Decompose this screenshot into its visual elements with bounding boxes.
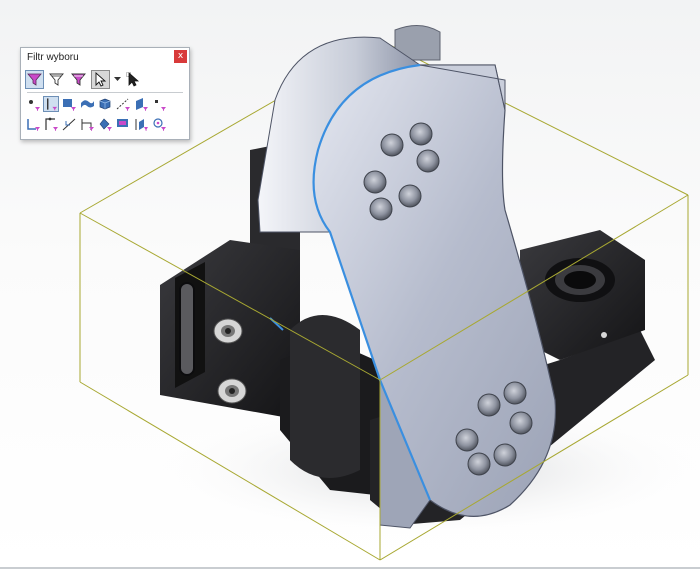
filter-datum-targets-icon[interactable] (151, 116, 167, 132)
filter-faces-icon[interactable] (61, 96, 77, 112)
filter-dimensions-icon[interactable] (79, 116, 95, 132)
filter-sketch-segments-icon[interactable] (25, 116, 41, 132)
toolbar-separator (27, 92, 183, 93)
bolt-lower[interactable] (217, 378, 247, 404)
dropdown-arrow-icon[interactable] (113, 72, 121, 88)
filter-planes-icon[interactable] (133, 96, 149, 112)
select-all-filters-icon[interactable] (69, 70, 88, 89)
filter-axes-icon[interactable] (115, 96, 131, 112)
filter-annotations-icon[interactable] (115, 116, 131, 132)
bolt-upper[interactable] (213, 318, 243, 344)
filter-edges-icon[interactable] (43, 96, 59, 112)
clear-filters-icon[interactable] (47, 70, 66, 89)
filter-sketch-points-icon[interactable] (151, 96, 167, 112)
close-button[interactable]: x (174, 50, 187, 63)
filter-midpoints-icon[interactable] (43, 116, 59, 132)
filter-vertices-icon[interactable] (25, 96, 41, 112)
select-other-pointer-icon[interactable] (124, 70, 143, 89)
filter-center-marks-icon[interactable] (61, 116, 77, 132)
selection-filter-panel[interactable]: Filtr wyboru x (20, 47, 190, 140)
filter-row-1 (25, 96, 169, 112)
filter-solid-bodies-icon[interactable] (97, 96, 113, 112)
filter-surface-finish-icon[interactable] (97, 116, 113, 132)
filter-toolbar-row (25, 70, 146, 89)
filter-weld-symbols-icon[interactable] (133, 116, 149, 132)
filter-surface-bodies-icon[interactable] (79, 96, 95, 112)
filter-row-2 (25, 116, 169, 132)
panel-title: Filtr wyboru (27, 52, 79, 63)
toggle-filter-icon[interactable] (25, 70, 44, 89)
select-pointer-icon[interactable] (91, 70, 110, 89)
